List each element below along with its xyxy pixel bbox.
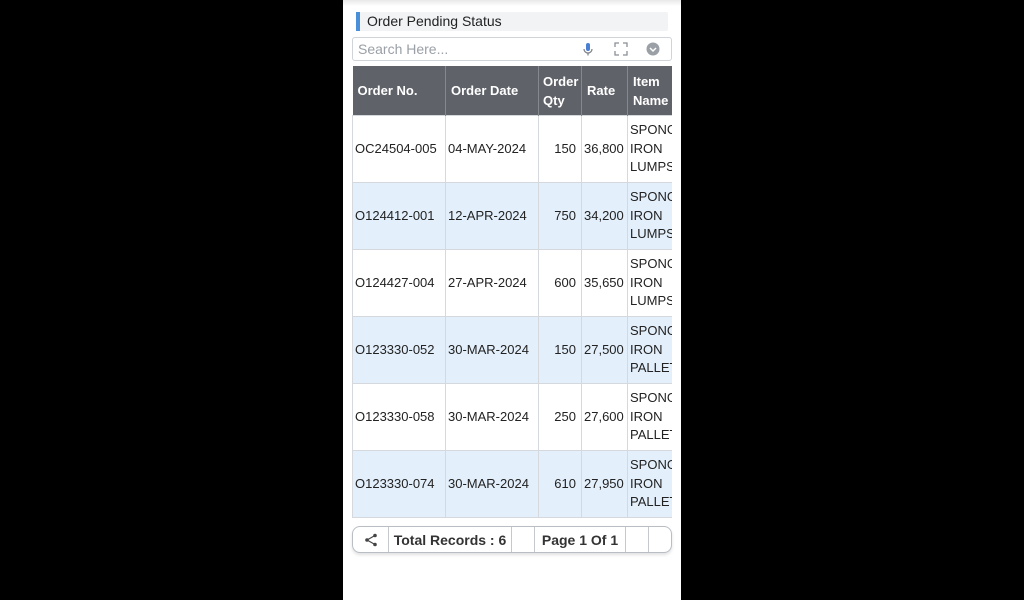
search-box (352, 37, 672, 61)
table-row[interactable]: O124412-001 12-APR-2024 750 34,200 SPONG… (352, 182, 672, 250)
cell-rate: 27,600 (581, 383, 628, 451)
cell-order-qty: 150 (538, 316, 582, 384)
cell-item-name: SPONG IRON PALLET (627, 450, 672, 518)
cell-order-date: 04-MAY-2024 (445, 115, 539, 183)
item-name-line: SPONG (630, 390, 672, 406)
cell-order-no: O123330-052 (352, 316, 446, 384)
total-records: Total Records : 6 (389, 527, 512, 552)
search-input[interactable] (358, 40, 573, 58)
cell-order-no: O123330-074 (352, 450, 446, 518)
item-name-line: IRON (630, 408, 663, 424)
top-strip (343, 0, 681, 6)
cell-order-no: O123330-058 (352, 383, 446, 451)
cell-order-date: 30-MAR-2024 (445, 383, 539, 451)
table-row[interactable]: O123330-074 30-MAR-2024 610 27,950 SPONG… (352, 450, 672, 518)
title-accent-bar (356, 12, 360, 31)
cell-order-no: OC24504-005 (352, 115, 446, 183)
share-icon (364, 533, 377, 546)
microphone-icon[interactable] (580, 41, 596, 57)
item-name-line: SPONG (630, 122, 672, 138)
item-name-line: PALLET (630, 427, 672, 443)
cell-item-name: SPONG IRON LUMPS (627, 182, 672, 250)
cell-order-date: 12-APR-2024 (445, 182, 539, 250)
table-row[interactable]: O124427-004 27-APR-2024 600 35,650 SPONG… (352, 249, 672, 317)
item-name-line: PALLET (630, 360, 672, 376)
page-info: Page 1 Of 1 (535, 527, 626, 552)
column-header-rate[interactable]: Rate (581, 66, 628, 116)
column-header-order-date[interactable]: Order Date (445, 66, 539, 116)
fullscreen-icon[interactable] (613, 41, 629, 57)
cell-rate: 34,200 (581, 182, 628, 250)
cell-order-no: O124412-001 (352, 182, 446, 250)
item-name-line: SPONG (630, 323, 672, 339)
item-name-line: LUMPS (630, 293, 672, 309)
orders-table: Order No. Order Date Order Qty Rate Item… (352, 66, 672, 518)
item-name-line: IRON (630, 140, 663, 156)
cell-order-qty: 250 (538, 383, 582, 451)
table-row[interactable]: O123330-052 30-MAR-2024 150 27,500 SPONG… (352, 316, 672, 384)
item-name-line: IRON (630, 274, 663, 290)
item-name-line: IRON (630, 207, 663, 223)
item-name-line: SPONG (630, 189, 672, 205)
last-page-button[interactable] (649, 527, 671, 552)
item-name-line: LUMPS (630, 226, 672, 242)
pagination-bar: Total Records : 6 Page 1 Of 1 (352, 526, 672, 553)
cell-order-no: O124427-004 (352, 249, 446, 317)
column-header-order-qty[interactable]: Order Qty (538, 66, 582, 116)
cell-order-qty: 600 (538, 249, 582, 317)
cell-item-name: SPONG IRON PALLET (627, 383, 672, 451)
table-header-row: Order No. Order Date Order Qty Rate Item… (352, 66, 672, 116)
cell-order-date: 30-MAR-2024 (445, 316, 539, 384)
chevron-down-circle-icon[interactable] (645, 41, 661, 57)
cell-order-date: 30-MAR-2024 (445, 450, 539, 518)
cell-rate: 35,650 (581, 249, 628, 317)
cell-item-name: SPONG IRON LUMPS (627, 115, 672, 183)
cell-order-date: 27-APR-2024 (445, 249, 539, 317)
cell-rate: 27,950 (581, 450, 628, 518)
cell-rate: 27,500 (581, 316, 628, 384)
column-header-item-name[interactable]: Item Name (627, 66, 672, 116)
share-button[interactable] (353, 527, 389, 552)
app-screen: Order Pending Status Order No. Order Dat… (343, 0, 681, 600)
cell-order-qty: 610 (538, 450, 582, 518)
item-name-line: LUMPS (630, 159, 672, 175)
cell-rate: 36,800 (581, 115, 628, 183)
page-title: Order Pending Status (367, 13, 502, 29)
cell-order-qty: 150 (538, 115, 582, 183)
cell-item-name: SPONG IRON PALLET (627, 316, 672, 384)
item-name-line: IRON (630, 475, 663, 491)
prev-page-button[interactable] (512, 527, 535, 552)
orders-table-container[interactable]: Order No. Order Date Order Qty Rate Item… (352, 66, 672, 518)
table-row[interactable]: OC24504-005 04-MAY-2024 150 36,800 SPONG… (352, 115, 672, 183)
cell-item-name: SPONG IRON LUMPS (627, 249, 672, 317)
column-header-order-no[interactable]: Order No. (352, 66, 446, 116)
item-name-line: SPONG (630, 457, 672, 473)
section-header: Order Pending Status (356, 12, 668, 31)
cell-order-qty: 750 (538, 182, 582, 250)
item-name-line: PALLET (630, 494, 672, 510)
item-name-line: SPONG (630, 256, 672, 272)
next-page-button[interactable] (626, 527, 649, 552)
table-row[interactable]: O123330-058 30-MAR-2024 250 27,600 SPONG… (352, 383, 672, 451)
item-name-line: IRON (630, 341, 663, 357)
